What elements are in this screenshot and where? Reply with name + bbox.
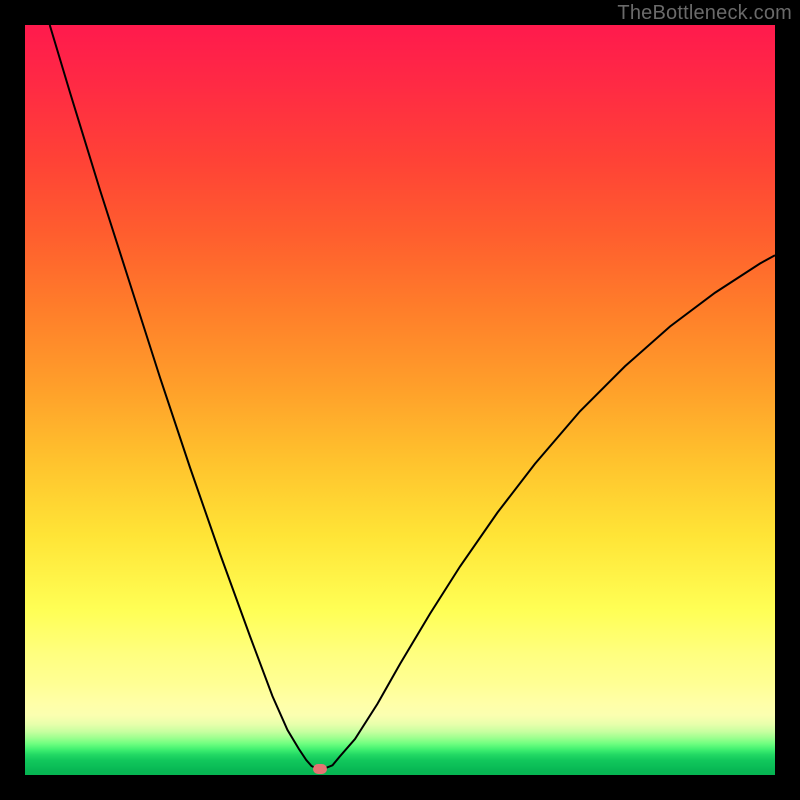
watermark-text: TheBottleneck.com [617, 2, 792, 25]
curve-svg [25, 25, 775, 775]
bottleneck-curve-path [50, 25, 775, 769]
chart-frame: TheBottleneck.com [0, 0, 800, 800]
plot-area [25, 25, 775, 775]
min-marker [313, 764, 327, 774]
